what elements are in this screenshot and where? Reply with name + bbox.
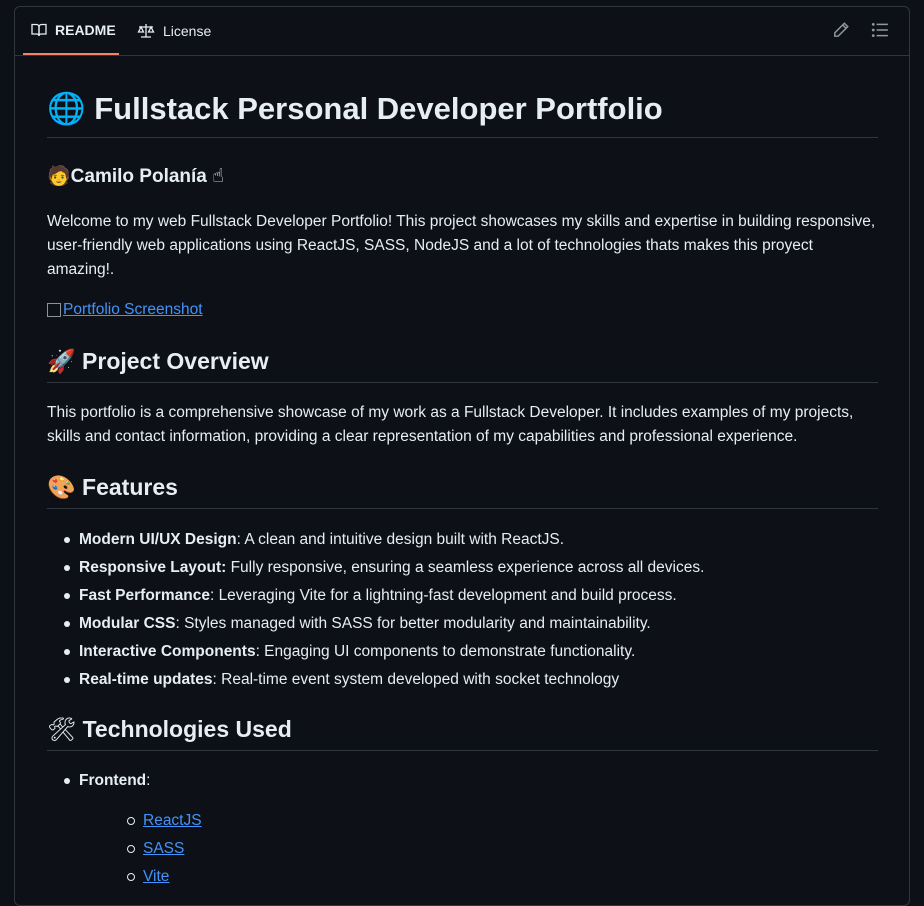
broken-image-icon	[47, 303, 61, 317]
author-heading: 🧑Camilo Polanía ☝	[47, 163, 224, 190]
readme-tabbar: README License	[15, 7, 909, 56]
outline-button[interactable]	[871, 21, 891, 41]
list-item: Responsive Layout: Fully responsive, ens…	[47, 554, 878, 582]
tab-readme[interactable]: README	[23, 7, 119, 55]
technologies-list: Frontend: ReactJS SASS Vite	[47, 767, 878, 891]
pencil-icon	[834, 22, 849, 37]
list-item: Fast Performance: Leveraging Vite for a …	[47, 582, 878, 610]
features-list: Modern UI/UX Design: A clean and intuiti…	[47, 526, 878, 694]
list-item: ReactJS	[79, 807, 878, 835]
frontend-list: ReactJS SASS Vite	[79, 807, 878, 891]
author-name: Camilo Polanía	[70, 166, 207, 187]
list-item: Frontend: ReactJS SASS Vite	[47, 767, 878, 891]
list-item: SASS	[79, 835, 878, 863]
tools-icon: 🛠	[47, 717, 77, 743]
sass-link[interactable]: SASS	[143, 840, 184, 857]
screenshot-link[interactable]: Portfolio Screenshot	[47, 299, 203, 321]
overview-heading-text: Project Overview	[82, 348, 269, 374]
pointing-up-icon: ☝	[212, 165, 224, 187]
features-heading: 🎨 Features	[47, 471, 878, 509]
technologies-heading: 🛠 Technologies Used	[47, 713, 878, 751]
list-item: Vite	[79, 863, 878, 891]
list-item: Modern UI/UX Design: A clean and intuiti…	[47, 526, 878, 554]
person-icon: 🧑	[47, 165, 71, 187]
reactjs-link[interactable]: ReactJS	[143, 812, 202, 829]
intro-paragraph: Welcome to my web Fullstack Developer Po…	[47, 213, 876, 278]
list-item: Interactive Components: Engaging UI comp…	[47, 638, 878, 666]
tab-license[interactable]: License	[133, 7, 211, 55]
overview-heading: 🚀 Project Overview	[47, 345, 878, 383]
technologies-heading-text: Technologies Used	[82, 716, 292, 742]
overview-paragraph: This portfolio is a comprehensive showca…	[47, 404, 854, 445]
law-icon	[137, 24, 155, 38]
frontend-label: Frontend	[79, 772, 147, 789]
list-item: Real-time updates: Real-time event syste…	[47, 666, 878, 694]
list-item: Modular CSS: Styles managed with SASS fo…	[47, 610, 878, 638]
readme-title-text: Fullstack Personal Developer Portfolio	[94, 91, 663, 126]
features-heading-text: Features	[82, 474, 178, 500]
rocket-icon: 🚀	[47, 349, 76, 375]
tab-license-label: License	[163, 23, 212, 39]
vite-link[interactable]: Vite	[143, 868, 169, 885]
readme-panel: README License 🌐 Fullstack Personal Deve…	[14, 6, 910, 906]
tab-readme-label: README	[55, 22, 116, 38]
edit-button[interactable]	[832, 21, 852, 41]
book-icon	[31, 23, 47, 37]
list-unordered-icon	[871, 22, 888, 38]
screenshot-alt-text[interactable]: Portfolio Screenshot	[63, 299, 203, 321]
palette-icon: 🎨	[47, 475, 76, 501]
readme-title: 🌐 Fullstack Personal Developer Portfolio	[47, 89, 878, 138]
globe-icon: 🌐	[47, 91, 86, 127]
